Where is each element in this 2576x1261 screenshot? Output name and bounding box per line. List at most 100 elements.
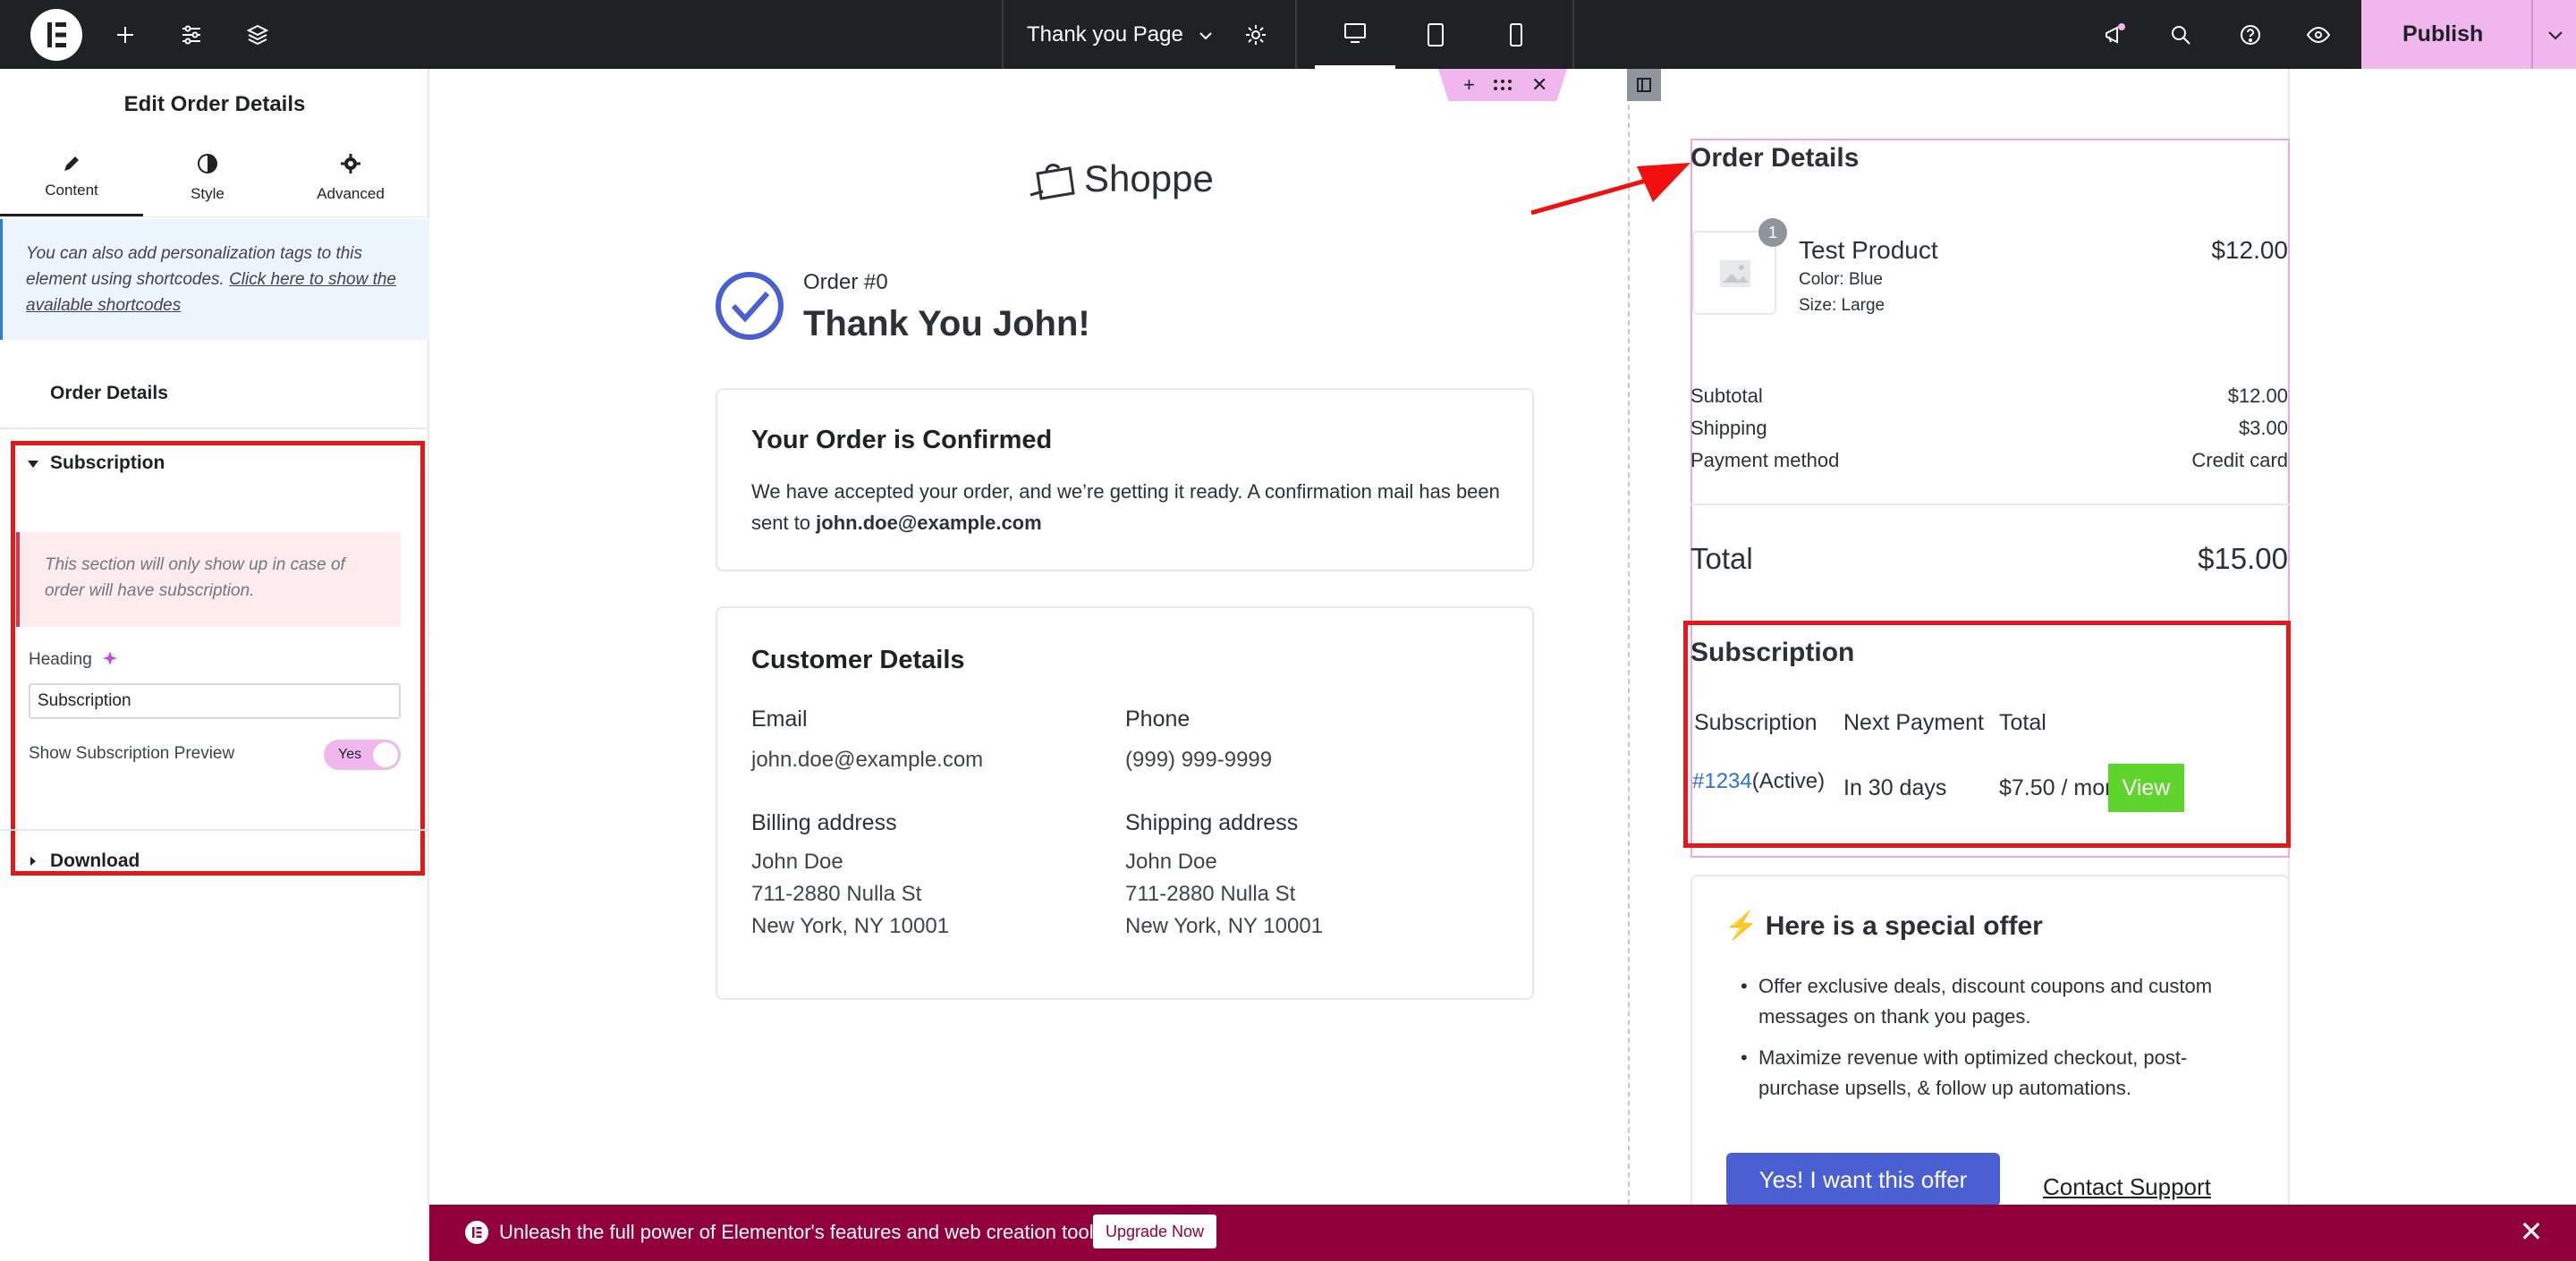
product-price: $12.00: [2211, 236, 2288, 264]
tab-content-label: Content: [45, 182, 98, 199]
subtotal-label: Subtotal: [1690, 385, 1763, 407]
section-subscription-label: Subscription: [50, 453, 165, 473]
accept-offer-button[interactable]: Yes! I want this offer: [1726, 1153, 2000, 1206]
order-confirmed-title: Your Order is Confirmed: [751, 426, 1053, 454]
order-confirmed-card: Your Order is Confirmed We have accepted…: [716, 388, 1534, 571]
search-icon[interactable]: [2161, 0, 2200, 69]
mobile-view-icon[interactable]: [1476, 0, 1556, 69]
chevron-down-icon: [1199, 31, 1213, 40]
shipping-address-label: Shipping address: [1125, 810, 1299, 835]
structure-layers-icon[interactable]: [238, 0, 277, 69]
show-subscription-preview-label: Show Subscription Preview: [29, 744, 235, 763]
elementor-icon: [465, 1221, 488, 1244]
notifications-megaphone-icon[interactable]: [2095, 0, 2134, 69]
total-value: $15.00: [2198, 542, 2288, 575]
editor-panel: Edit Order Details Content Style Advance…: [0, 69, 429, 1261]
drag-section-icon[interactable]: [1492, 69, 1513, 101]
caret-down-icon: [28, 461, 38, 468]
total-column-header: Total: [1999, 710, 2046, 735]
subscription-id-cell: #1234(Active): [1692, 769, 1825, 794]
billing-address: John Doe 711-2880 Nulla St New York, NY …: [751, 846, 949, 943]
shipping-value: $3.00: [2238, 417, 2288, 439]
column-handle-icon[interactable]: [1627, 69, 1661, 101]
tab-style[interactable]: Style: [136, 148, 279, 217]
shipping-line: New York, NY 10001: [1125, 914, 1324, 938]
add-element-icon[interactable]: [106, 0, 145, 69]
divider: [1690, 504, 2290, 505]
delete-section-icon[interactable]: ✕: [1531, 69, 1547, 101]
section-download-label: Download: [50, 851, 140, 871]
tab-advanced[interactable]: Advanced: [279, 148, 422, 217]
image-placeholder-icon: [1720, 260, 1750, 287]
order-details-title: Order Details: [1690, 143, 1860, 173]
phone-value: (999) 999-9999: [1125, 748, 1273, 772]
product-quantity-badge: 1: [1758, 218, 1787, 247]
elementor-logo-icon[interactable]: [30, 9, 82, 61]
upgrade-now-button[interactable]: Upgrade Now: [1093, 1214, 1216, 1248]
page-title-dropdown[interactable]: Thank you Page: [1027, 0, 1214, 69]
total-label: Total: [1690, 542, 1753, 575]
email-label: Email: [751, 707, 808, 732]
heading-label-text: Heading: [29, 650, 92, 669]
close-icon[interactable]: ✕: [2513, 1214, 2549, 1249]
subscription-status: (Active): [1751, 769, 1826, 793]
show-subscription-preview-toggle[interactable]: Yes: [324, 740, 401, 770]
pencil-icon: [64, 157, 79, 171]
heading-input[interactable]: Subscription: [29, 683, 401, 719]
toggle-state-label: Yes: [338, 747, 362, 762]
section-download[interactable]: Download: [0, 835, 429, 889]
subscription-column-header: Subscription: [1694, 710, 1818, 735]
page-settings-gear-icon[interactable]: [1236, 0, 1275, 69]
payment-method-value: Credit card: [2191, 449, 2288, 471]
publish-button[interactable]: Publish: [2361, 0, 2576, 69]
view-subscription-button[interactable]: View: [2108, 764, 2184, 812]
desktop-view-icon[interactable]: [1315, 0, 1395, 69]
special-offer-title-text: Here is a special offer: [1765, 911, 2043, 941]
panel-title: Edit Order Details: [123, 92, 306, 116]
tablet-view-icon[interactable]: [1395, 0, 1476, 69]
preview-eye-icon[interactable]: [2299, 0, 2338, 69]
editor-topbar: Thank you Page Publish: [0, 0, 2576, 69]
contact-support-link[interactable]: Contact Support: [2043, 1173, 2211, 1201]
customer-details-card: Customer Details Email john.doe@example.…: [716, 606, 1534, 1000]
shipping-line: 711-2880 Nulla St: [1125, 882, 1296, 906]
subscription-title: Subscription: [1690, 638, 1855, 667]
section-subscription[interactable]: Subscription: [0, 437, 429, 491]
next-payment-value: In 30 days: [1843, 775, 1947, 800]
thank-you-heading: Thank You John!: [803, 304, 1090, 343]
tab-content[interactable]: Content: [0, 148, 143, 217]
subscription-id-link[interactable]: #1234: [1692, 769, 1752, 793]
customer-details-title: Customer Details: [751, 646, 965, 674]
tab-style-label: Style: [191, 185, 225, 202]
offer-bullet: Maximize revenue with optimized checkout…: [1741, 1043, 2241, 1104]
help-icon[interactable]: [2231, 0, 2270, 69]
add-section-icon[interactable]: +: [1463, 69, 1475, 101]
billing-line: 711-2880 Nulla St: [751, 882, 922, 906]
shipping-line: John Doe: [1125, 850, 1217, 874]
subscription-notice-text: This section will only show up in case o…: [45, 555, 345, 600]
product-name: Test Product: [1799, 236, 1938, 264]
check-circle-icon: [714, 270, 785, 342]
payment-method-label: Payment method: [1690, 449, 1840, 471]
half-circle-style-icon: [198, 154, 217, 173]
section-order-details[interactable]: Order Details: [0, 368, 429, 421]
shipping-label: Shipping: [1690, 417, 1767, 439]
publish-options-chevron-icon[interactable]: [2531, 0, 2576, 69]
lightning-icon: ⚡: [1724, 911, 1758, 941]
tab-advanced-label: Advanced: [317, 185, 385, 202]
gear-icon: [341, 154, 360, 173]
shoppe-brand-logo: Shoppe: [1029, 156, 1214, 206]
shipping-address: John Doe 711-2880 Nulla St New York, NY …: [1125, 846, 1323, 943]
offer-bullet: Offer exclusive deals, discount coupons …: [1741, 971, 2241, 1032]
caret-right-icon: [30, 857, 36, 866]
billing-line: John Doe: [751, 850, 843, 874]
ai-sparkle-icon[interactable]: [102, 650, 118, 666]
billing-line: New York, NY 10001: [751, 914, 950, 938]
brand-name: Shoppe: [1084, 157, 1214, 199]
product-color: Color: Blue: [1799, 270, 1883, 289]
page-title: Thank you Page: [1027, 22, 1183, 47]
section-order-details-label: Order Details: [50, 383, 168, 403]
shortcodes-notice: You can also add personalization tags to…: [0, 219, 429, 340]
column-divider: [1628, 69, 1630, 1205]
site-settings-sliders-icon[interactable]: [172, 0, 211, 69]
